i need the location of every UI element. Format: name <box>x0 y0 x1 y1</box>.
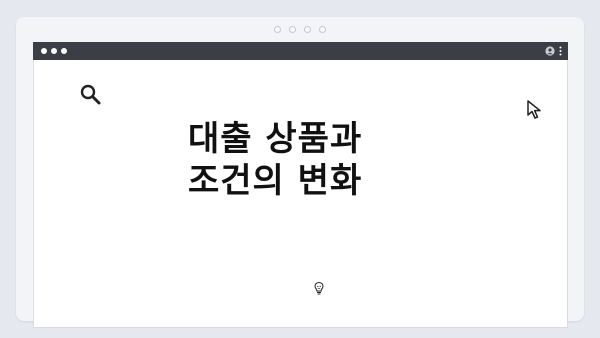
window-control-close[interactable] <box>41 48 47 54</box>
headline-line-1: 대출 상품과 <box>188 119 363 159</box>
page-headline: 대출 상품과 조건의 변화 <box>188 118 428 202</box>
window-controls <box>41 48 67 54</box>
outer-frame: 대출 상품과 조건의 변화 <box>16 17 584 328</box>
frame-dot <box>319 26 326 33</box>
window-control-minimize[interactable] <box>51 48 57 54</box>
cursor-arrow-icon <box>527 100 541 119</box>
kebab-menu-icon[interactable] <box>559 46 562 56</box>
window-control-maximize[interactable] <box>61 48 67 54</box>
frame-dot <box>289 26 296 33</box>
frame-dot <box>304 26 311 33</box>
window-titlebar <box>33 42 568 60</box>
user-icon[interactable] <box>545 46 555 56</box>
browser-window: 대출 상품과 조건의 변화 <box>33 42 568 328</box>
window-content: 대출 상품과 조건의 변화 <box>34 60 567 327</box>
frame-dot <box>274 26 281 33</box>
lightbulb-icon <box>314 281 324 295</box>
headline-line-2: 조건의 변화 <box>188 161 363 201</box>
titlebar-actions <box>545 46 562 56</box>
frame-dots <box>16 26 584 33</box>
search-icon[interactable] <box>79 83 103 107</box>
